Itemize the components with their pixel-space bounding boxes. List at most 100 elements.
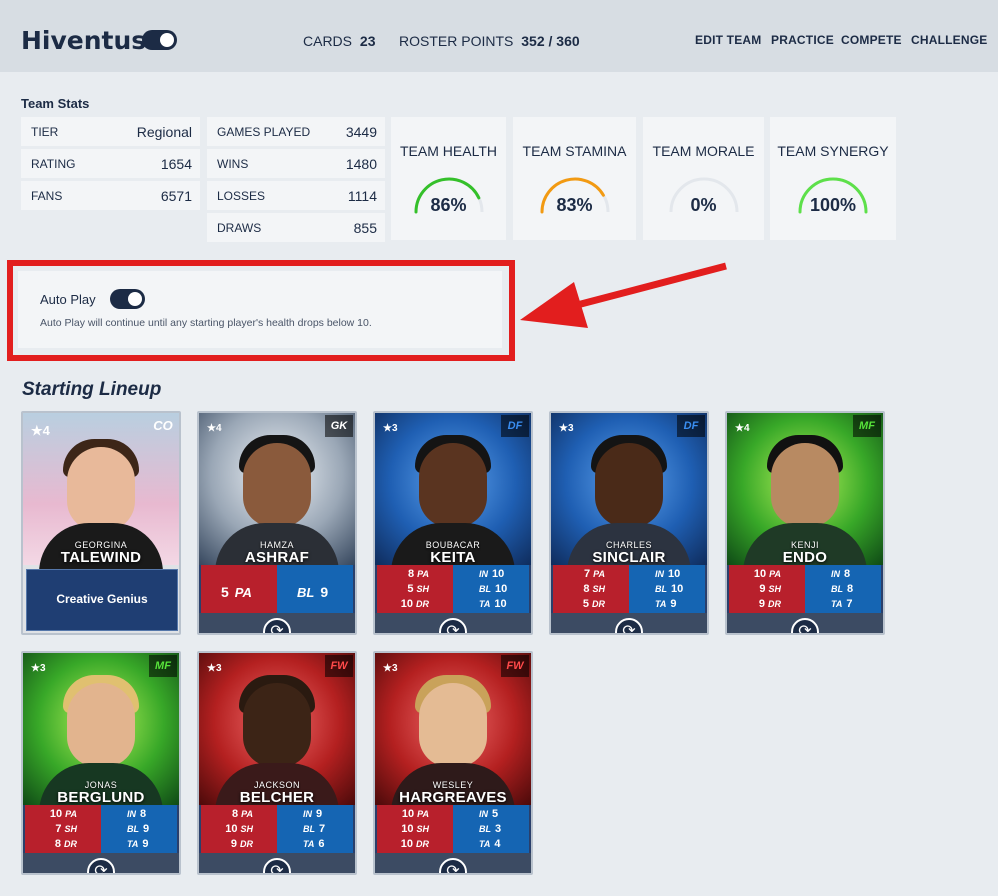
player-last-name: BELCHER [239, 789, 315, 806]
card-portrait [243, 683, 311, 767]
nav-compete[interactable]: COMPETE [841, 33, 902, 47]
stat-label: PA [65, 809, 77, 819]
cards-value: 23 [359, 33, 376, 49]
position-badge: MF [149, 655, 177, 677]
stat-label: BL [303, 824, 315, 834]
stat-label: DR [768, 599, 781, 609]
stat-label: PA [417, 809, 429, 819]
cards-label: CARDS [303, 33, 353, 49]
stat-value: 9 [142, 838, 149, 850]
position-badge: DF [501, 415, 529, 437]
stat-value: 10 [225, 823, 238, 835]
stat-sh: 8 SH [559, 583, 605, 595]
stat-label: TA [479, 839, 491, 849]
player-last-name: HARGREAVES [399, 789, 507, 806]
stat-value: 9 [670, 598, 677, 610]
stat-label: SH [592, 584, 605, 594]
nav-challenge[interactable]: CHALLENGE [911, 33, 987, 47]
card-portrait [771, 443, 839, 527]
star-rating: ★3 [383, 423, 398, 434]
stat-dr: 9 DR [207, 838, 253, 850]
stat-in: IN 8 [127, 808, 146, 820]
stat-label: SH [240, 824, 253, 834]
stat-label: IN [655, 569, 664, 579]
roster-value: 352 / 360 [521, 33, 580, 49]
player-card-hargreaves[interactable]: ★3 FW WESLEY HARGREAVES 10 PA IN 5 10 SH BL 3 10 DR TA… [373, 651, 533, 875]
stat-bl: BL 8 [831, 583, 853, 595]
stat-games-played: GAMES PLAYED 3449 [207, 117, 385, 146]
stat-label: IN [303, 809, 312, 819]
stat-label: SH [416, 584, 429, 594]
stat-value: 855 [353, 220, 377, 236]
stat-value: 8 [847, 583, 854, 595]
stat-wins: WINS 1480 [207, 149, 385, 178]
nav-edit-team[interactable]: EDIT TEAM [695, 33, 761, 47]
player-card-endo[interactable]: ★4 MF KENJI ENDO 10 PA IN 8 9 SH BL 8 9 DR TA 7 ⟳ [725, 411, 885, 635]
gauge-team-morale: TEAM MORALE 0% [643, 117, 764, 240]
stat-value: 8 [232, 808, 239, 820]
player-card-berglund[interactable]: ★3 MF JONAS BERGLUND 10 PA IN 8 7 SH BL 9 8 DR TA 9 ⟳ [21, 651, 181, 875]
stat-label: BL [655, 584, 667, 594]
auto-play-panel: Auto Play Auto Play will continue until … [18, 271, 502, 348]
stat-label: BL [127, 824, 139, 834]
card-portrait [67, 683, 135, 767]
player-last-name: ENDO [782, 549, 828, 566]
stat-panel: 8 PA IN 9 10 SH BL 7 9 DR TA 6 [199, 805, 355, 857]
stat-ta: TA 7 [831, 598, 852, 610]
player-card-belcher[interactable]: ★3 FW JACKSON BELCHER 8 PA IN 9 10 SH BL 7 9 DR TA 6 ⟳ [197, 651, 357, 875]
stat-label: IN [479, 809, 488, 819]
player-last-name: BERGLUND [57, 789, 145, 806]
stat-bl: BL 10 [655, 583, 683, 595]
team-toggle[interactable] [142, 30, 177, 50]
coach-card[interactable]: ★4 CO GEORGINA TALEWIND Creative Genius [21, 411, 181, 635]
stat-value: 8 [583, 583, 590, 595]
stat-value: 10 [400, 598, 413, 610]
player-card-keita[interactable]: ★3 DF BOUBACAR KEITA 8 PA IN 10 5 SH BL 10 10 DR TA 10 ⟳ [373, 411, 533, 635]
auto-play-label: Auto Play [40, 292, 96, 307]
stat-value: 9 [758, 598, 765, 610]
stat-panel: 10 PA IN 8 9 SH BL 8 9 DR TA 7 [727, 565, 883, 617]
player-last-name: TALEWIND [60, 549, 142, 566]
stat-bl: BL 10 [479, 583, 507, 595]
position-badge: GK [325, 415, 353, 437]
star-rating: ★3 [31, 663, 46, 674]
starting-lineup-title: Starting Lineup [22, 379, 162, 400]
stat-label: TA [831, 599, 843, 609]
stat-label: SH [64, 824, 77, 834]
stat-value: 10 [668, 568, 681, 580]
gauge-team-stamina: TEAM STAMINA 83% [513, 117, 636, 240]
stat-dr: 10 DR [383, 838, 429, 850]
team-name: Hiventus [21, 26, 147, 55]
stat-label: IN [831, 569, 840, 579]
auto-play-toggle[interactable] [110, 289, 145, 309]
stat-in: IN 8 [831, 568, 850, 580]
stat-draws: DRAWS 855 [207, 213, 385, 242]
stat-key: FANS [31, 189, 63, 203]
stat-value: 9 [316, 808, 323, 820]
stat-key: TIER [31, 125, 59, 139]
stat-bl: BL 9 [127, 823, 149, 835]
stat-key: WINS [217, 157, 249, 171]
stat-dr: 10 DR [383, 598, 429, 610]
stat-value: 8 [54, 838, 61, 850]
stat-ta: TA 4 [479, 838, 500, 850]
stat-dr: 8 DR [31, 838, 77, 850]
stat-label: TA [127, 839, 139, 849]
card-portrait [67, 447, 135, 531]
position-badge: FW [325, 655, 353, 677]
gauge-label: TEAM SYNERGY [777, 143, 889, 159]
nav-practice[interactable]: PRACTICE [771, 33, 834, 47]
gauge-label: TEAM STAMINA [522, 143, 627, 159]
stat-value: 10 [495, 583, 508, 595]
player-card-ashraf[interactable]: ★4 GK HAMZA ASHRAF 5 PA BL 9 ⟳ [197, 411, 357, 635]
stat-pa: 10 PA [31, 808, 77, 820]
auto-play-description: Auto Play will continue until any starti… [40, 317, 372, 329]
stat-label: DR [592, 599, 605, 609]
player-card-sinclair[interactable]: ★3 DF CHARLES SINCLAIR 7 PA IN 10 8 SH BL 10 5 DR TA 9 ⟳ [549, 411, 709, 635]
stat-value: 3 [495, 823, 502, 835]
stat-value: 7 [584, 568, 591, 580]
stat-value: 9 [230, 838, 237, 850]
card-portrait [243, 443, 311, 527]
toggle-knob [128, 292, 142, 306]
toggle-knob [160, 33, 174, 47]
